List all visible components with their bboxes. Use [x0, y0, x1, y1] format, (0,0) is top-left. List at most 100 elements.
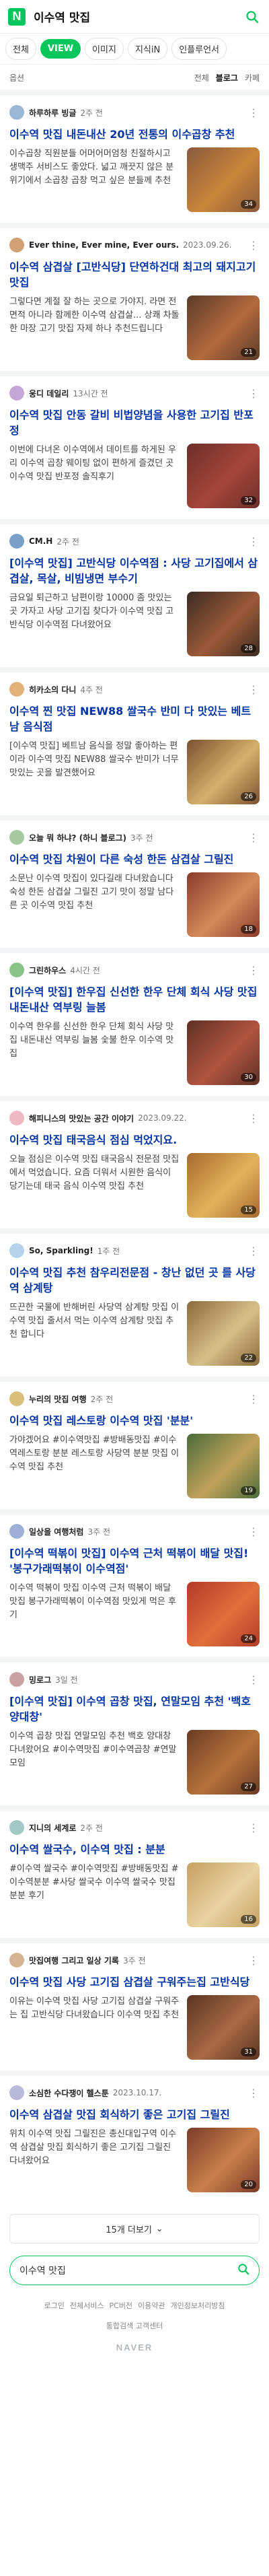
more-options-icon[interactable]: ⋮ [248, 387, 260, 400]
post-snippet[interactable]: 이유는 이수역 맛집 사당 고기집 삼겹살 구워주는 집 고반식당 다녀왔습니다… [9, 1995, 180, 2049]
post-author[interactable]: So, Sparkling! [29, 1246, 93, 1255]
avatar[interactable] [9, 682, 24, 697]
avatar[interactable] [9, 1243, 24, 1258]
filter-blog[interactable]: 블로그 [216, 72, 238, 83]
post-author[interactable]: 히카소의 다니 [29, 684, 76, 695]
post-title[interactable]: [이수역 맛집] 한우집 신선한 한우 단체 회식 사당 맛집 내돈내산 역부링… [9, 984, 260, 1015]
more-options-icon[interactable]: ⋮ [248, 535, 260, 548]
more-options-icon[interactable]: ⋮ [248, 1673, 260, 1686]
tab-1[interactable]: VIEW [40, 39, 81, 59]
more-options-icon[interactable]: ⋮ [248, 2087, 260, 2099]
post-item[interactable]: 밍로그 3일 전 ⋮ [이수역 맛집] 이수역 곱창 맛집, 연말모임 추천 '… [0, 1657, 269, 1805]
post-title[interactable]: 이수역 찐 맛집 NEW88 쌀국수 반미 다 맛있는 베트남 음식점 [9, 703, 260, 734]
post-title[interactable]: 이수역 맛집 레스토랑 이수역 맛집 '분분' [9, 1413, 260, 1428]
avatar[interactable] [9, 238, 24, 252]
post-item[interactable]: 오늘 뭐 하냐? (하니 블로그) 3주 전 ⋮ 이수역 맛집 차원이 다른 숙… [0, 815, 269, 948]
more-options-icon[interactable]: ⋮ [248, 106, 260, 119]
footer-link[interactable]: 로그인 [44, 2299, 65, 2313]
post-thumbnail[interactable]: 16 [187, 1863, 260, 1927]
avatar[interactable] [9, 386, 24, 401]
post-snippet[interactable]: 그렇다면 계절 잘 하는 곳으로 가야지. 라면 전면적 아니라 함께한 이수역… [9, 295, 180, 349]
more-options-icon[interactable]: ⋮ [248, 239, 260, 252]
post-item[interactable]: 그린하우스 4시간 전 ⋮ [이수역 맛집] 한우집 신선한 한우 단체 회식 … [0, 948, 269, 1096]
post-thumbnail[interactable]: 22 [187, 1301, 260, 1366]
footer-link[interactable]: 개인정보처리방침 [171, 2299, 225, 2313]
avatar[interactable] [9, 963, 24, 977]
post-snippet[interactable]: 소문난 이수역 맛집이 있다길래 다녀왔습니다 숙성 한돈 삼겹살 그릴진 고기… [9, 872, 180, 926]
post-snippet[interactable]: [이수역 맛집] 베트남 음식을 정말 좋아하는 편이라 이수역 맛집 NEW8… [9, 740, 180, 794]
more-options-icon[interactable]: ⋮ [248, 1821, 260, 1834]
more-options-icon[interactable]: ⋮ [248, 831, 260, 844]
post-title[interactable]: 이수역 맛집 안동 갈비 비법양념을 사용한 고기집 반포정 [9, 407, 260, 438]
more-options-icon[interactable]: ⋮ [248, 964, 260, 977]
footer-link[interactable]: 통합검색 고객센터 [106, 2319, 163, 2334]
tab-4[interactable]: 인플루언서 [171, 38, 227, 60]
avatar[interactable] [9, 1524, 24, 1539]
post-author[interactable]: 맛집여행 그리고 일상 기록 [29, 1955, 119, 1966]
avatar[interactable] [9, 1820, 24, 1835]
more-options-icon[interactable]: ⋮ [248, 1112, 260, 1125]
post-title[interactable]: 이수역 쌀국수, 이수역 맛집 : 분분 [9, 1842, 260, 1857]
post-item[interactable]: CM.H 2주 전 ⋮ [이수역 맛집] 고반식당 이수역점 : 사당 고기집에… [0, 519, 269, 667]
filter-cafe[interactable]: 카페 [245, 72, 260, 83]
post-title[interactable]: 이수역 맛집 사당 고기집 삼겹살 구워주는집 고반식당 [9, 1974, 260, 1990]
avatar[interactable] [9, 1672, 24, 1687]
post-author[interactable]: 그린하우스 [29, 965, 66, 976]
post-item[interactable]: 일상을 여행처럼 3주 전 ⋮ [이수역 떡볶이 맛집] 이수역 근처 떡볶이 … [0, 1509, 269, 1657]
post-item[interactable]: 하루하루 빙글 2주 전 ⋮ 이수역 맛집 내돈내산 20년 전통의 이수곱창 … [0, 90, 269, 223]
post-author[interactable]: 밍로그 [29, 1674, 51, 1685]
footer-link[interactable]: 전체서비스 [70, 2299, 104, 2313]
tab-0[interactable]: 전체 [5, 38, 36, 60]
post-title[interactable]: 이수역 삼겹살 [고반식당] 단연하건대 최고의 돼지고기 맛집 [9, 259, 260, 290]
post-snippet[interactable]: 이수역 한우를 신선한 한우 단체 회식 사당 맛집 내돈내산 역부링 늘봄 숯… [9, 1020, 180, 1074]
post-title[interactable]: 이수역 맛집 내돈내산 20년 전통의 이수곱창 추천 [9, 127, 260, 142]
avatar[interactable] [9, 1111, 24, 1125]
search-icon[interactable] [243, 8, 261, 26]
post-snippet[interactable]: 이수곱창 직원분들 어머어머엄청 친절하시고 생맥주 서비스도 좋았다. 넓고 … [9, 147, 180, 201]
post-thumbnail[interactable]: 28 [187, 592, 260, 656]
post-snippet[interactable]: 뜨끈한 국물에 반해버린 사당역 삼계탕 맛집 이수역 맛집 줄서서 먹는 이수… [9, 1301, 180, 1355]
post-author[interactable]: 오늘 뭐 하냐? (하니 블로그) [29, 832, 126, 843]
post-snippet[interactable]: #이수역 쌀국수 #이수역맛집 #방배동맛집 #이수역분분 #사당 쌀국수 이수… [9, 1863, 180, 1916]
post-title[interactable]: [이수역 맛집] 이수역 곱창 맛집, 연말모임 추천 '백호 양대창' [9, 1694, 260, 1725]
more-options-icon[interactable]: ⋮ [248, 1393, 260, 1405]
post-snippet[interactable]: 이수역 떡볶이 맛집 이수역 근처 떡볶이 배달 맛집 봉구가래떡볶이 이수역점… [9, 1582, 180, 1636]
avatar[interactable] [9, 2085, 24, 2100]
post-item[interactable]: 소심한 수다쟁이 헬스툰 2023.10.17. ⋮ 이수역 삼겹살 맛집 회식… [0, 2070, 269, 2203]
post-thumbnail[interactable]: 26 [187, 740, 260, 804]
tab-3[interactable]: 지식iN [127, 38, 168, 60]
post-title[interactable]: [이수역 맛집] 고반식당 이수역점 : 사당 고기집에서 삼겹살, 목살, 비… [9, 555, 260, 586]
post-author[interactable]: 누리의 맛집 여행 [29, 1393, 87, 1405]
avatar[interactable] [9, 105, 24, 120]
post-item[interactable]: 웅디 데일리 13시간 전 ⋮ 이수역 맛집 안동 갈비 비법양념을 사용한 고… [0, 371, 269, 519]
post-thumbnail[interactable]: 24 [187, 1582, 260, 1646]
more-options-icon[interactable]: ⋮ [248, 1245, 260, 1257]
post-item[interactable]: So, Sparkling! 1주 전 ⋮ 이수역 맛집 추천 참우리전문점 -… [0, 1228, 269, 1377]
footer-search-box[interactable]: 이수역 맛집 [9, 2256, 260, 2285]
footer-link[interactable]: PC버전 [109, 2299, 132, 2313]
post-thumbnail[interactable]: 21 [187, 295, 260, 360]
post-title[interactable]: 이수역 맛집 태국음식 점심 먹었지요. [9, 1132, 260, 1148]
post-author[interactable]: Ever thine, Ever mine, Ever ours. [29, 240, 179, 250]
post-item[interactable]: 히카소의 다니 4주 전 ⋮ 이수역 찐 맛집 NEW88 쌀국수 반미 다 맛… [0, 667, 269, 815]
post-title[interactable]: 이수역 맛집 추천 참우리전문점 - 창난 없던 곳 를 사당역 삼계탕 [9, 1265, 260, 1296]
post-thumbnail[interactable]: 30 [187, 1020, 260, 1085]
avatar[interactable] [9, 1953, 24, 1968]
post-thumbnail[interactable]: 18 [187, 872, 260, 937]
post-snippet[interactable]: 위치 이수역 맛집 그릴진은 총신대입구역 이수역 삼겹살 맛집 회식하기 좋은… [9, 2128, 180, 2182]
search-query[interactable]: 이수역 맛집 [34, 8, 239, 25]
post-thumbnail[interactable]: 20 [187, 2128, 260, 2192]
avatar[interactable] [9, 830, 24, 845]
naver-logo[interactable]: N [8, 7, 26, 26]
post-thumbnail[interactable]: 32 [187, 444, 260, 508]
post-thumbnail[interactable]: 31 [187, 1995, 260, 2060]
post-snippet[interactable]: 오늘 점심은 이수역 맛집 태국음식 전문점 맛집에서 먹었습니다. 요즘 더워… [9, 1153, 180, 1207]
post-snippet[interactable]: 이수역 곱창 맛집 연말모임 추천 백호 양대창 다녀왔어요 #이수역맛집 #이… [9, 1730, 180, 1784]
post-author[interactable]: 지니의 세계로 [29, 1822, 76, 1834]
post-thumbnail[interactable]: 27 [187, 1730, 260, 1795]
post-item[interactable]: 지니의 세계로 2주 전 ⋮ 이수역 쌀국수, 이수역 맛집 : 분분 #이수역… [0, 1805, 269, 1938]
tab-2[interactable]: 이미지 [85, 38, 124, 60]
more-options-icon[interactable]: ⋮ [248, 1954, 260, 1967]
options-button[interactable]: 옵션 [9, 72, 24, 83]
post-author[interactable]: 하루하루 빙글 [29, 107, 76, 118]
